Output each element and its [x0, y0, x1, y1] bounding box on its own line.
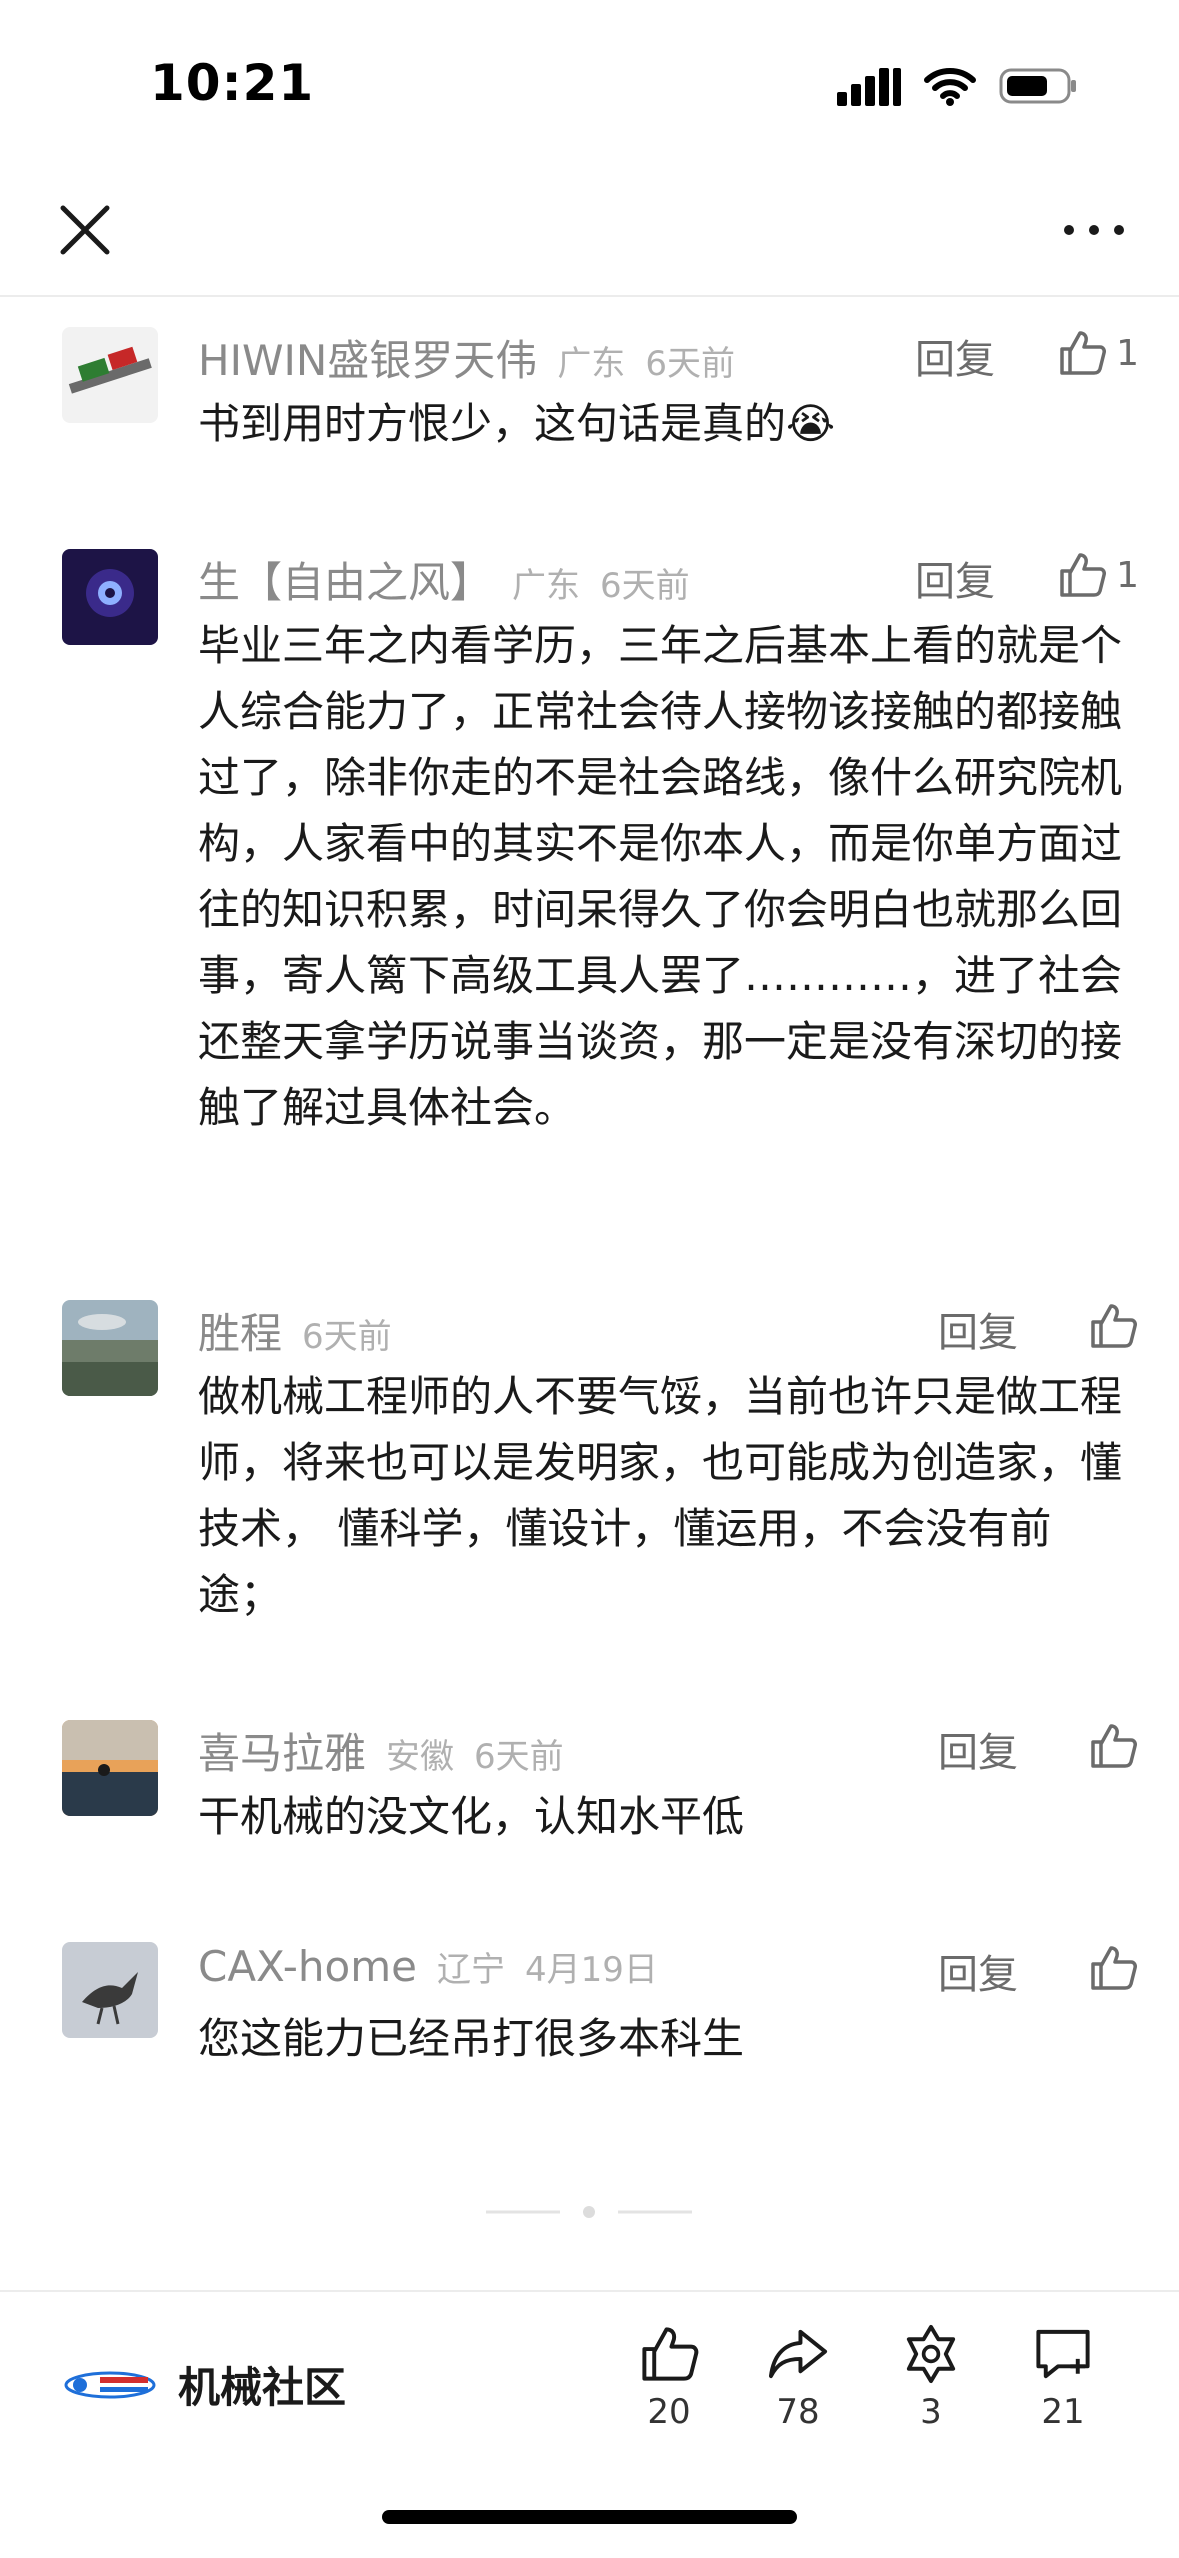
- status-time: 10:21: [150, 54, 315, 112]
- home-indicator[interactable]: [382, 2510, 797, 2524]
- community-logo-icon: [64, 2371, 156, 2398]
- comment-time: 4月19日: [524, 1950, 658, 1990]
- reply-button[interactable]: 回复: [938, 1720, 1018, 1778]
- comment-time: 6天前: [645, 344, 735, 384]
- comment-time: 6天前: [302, 1317, 392, 1357]
- share-action[interactable]: 78: [743, 2322, 853, 2432]
- wifi-icon: [924, 68, 976, 106]
- comment-location: 辽宁: [436, 1950, 505, 1990]
- status-bar: 10:21: [0, 0, 1179, 170]
- thumbs-up-icon: [1091, 1946, 1137, 1990]
- avatar[interactable]: [62, 549, 158, 645]
- like-count: 1: [1116, 332, 1139, 374]
- comment-text: 毕业三年之内看学历，三年之后基本上看的就是个人综合能力了，正常社会待人接物该接触…: [198, 621, 1123, 1132]
- like-button[interactable]: [1087, 1942, 1139, 1994]
- reply-button[interactable]: 回复: [938, 1942, 1018, 2000]
- thumbs-up-icon: [642, 2327, 699, 2381]
- avatar[interactable]: [62, 327, 158, 423]
- comment-action[interactable]: 21: [1008, 2322, 1118, 2432]
- page-indicator: [486, 2206, 692, 2218]
- collect-count: 3: [920, 2392, 942, 2432]
- thumbs-up-icon: [1060, 553, 1107, 597]
- more-icon[interactable]: [1059, 200, 1129, 260]
- battery-icon: [999, 68, 1076, 104]
- close-icon[interactable]: [55, 200, 115, 260]
- comment-author[interactable]: 生【自由之风】: [198, 549, 492, 610]
- community-brand[interactable]: 机械社区: [60, 2354, 346, 2415]
- like-count: 20: [647, 2392, 691, 2432]
- comment-time: 6天前: [600, 566, 690, 606]
- thumbs-up-icon: [1091, 1724, 1137, 1768]
- avatar[interactable]: [62, 1300, 158, 1396]
- comment-author[interactable]: HIWIN盛银罗天伟: [198, 327, 537, 388]
- collect-icon: [906, 2324, 956, 2384]
- comment-text: 干机械的没文化，认知水平低: [198, 1792, 745, 1841]
- like-button[interactable]: [1087, 1300, 1139, 1352]
- comment-author[interactable]: 喜马拉雅: [198, 1720, 366, 1781]
- reply-button[interactable]: 回复: [915, 549, 995, 607]
- reply-button[interactable]: 回复: [938, 1300, 1018, 1358]
- comment-location: 广东: [512, 566, 581, 606]
- thumbs-up-icon: [1060, 331, 1107, 375]
- cellular-signal-icon: [837, 68, 901, 106]
- avatar[interactable]: [62, 1942, 158, 2038]
- comment-author[interactable]: 胜程: [198, 1300, 282, 1361]
- like-count: 1: [1116, 554, 1139, 596]
- comment-text: 做机械工程师的人不要气馁，当前也许只是做工程师，将来也可以是发明家，也可能成为创…: [198, 1372, 1123, 1619]
- thumbs-up-icon: [1091, 1304, 1137, 1348]
- like-button[interactable]: [1087, 1720, 1139, 1772]
- comment-location: 广东: [557, 344, 626, 384]
- avatar[interactable]: [62, 1720, 158, 1816]
- share-icon: [768, 2329, 828, 2379]
- reply-button[interactable]: 回复: [915, 327, 995, 385]
- nav-bar: [0, 170, 1179, 297]
- comment-add-icon: [1036, 2329, 1090, 2379]
- like-button[interactable]: 1: [1056, 549, 1139, 601]
- collect-action[interactable]: 3: [876, 2322, 986, 2432]
- comment-time: 6天前: [474, 1737, 564, 1777]
- comment-text: 书到用时方恨少，这句话是真的😭: [198, 399, 836, 448]
- comment-location: 安徽: [386, 1737, 455, 1777]
- community-name: 机械社区: [178, 2363, 347, 2412]
- comment-author[interactable]: CAX-home: [198, 1942, 417, 1991]
- comment-count: 21: [1041, 2392, 1085, 2432]
- like-action[interactable]: 20: [614, 2322, 724, 2432]
- share-count: 78: [776, 2392, 820, 2432]
- like-button[interactable]: 1: [1056, 327, 1139, 379]
- comment-text: 您这能力已经吊打很多本科生: [198, 2014, 745, 2063]
